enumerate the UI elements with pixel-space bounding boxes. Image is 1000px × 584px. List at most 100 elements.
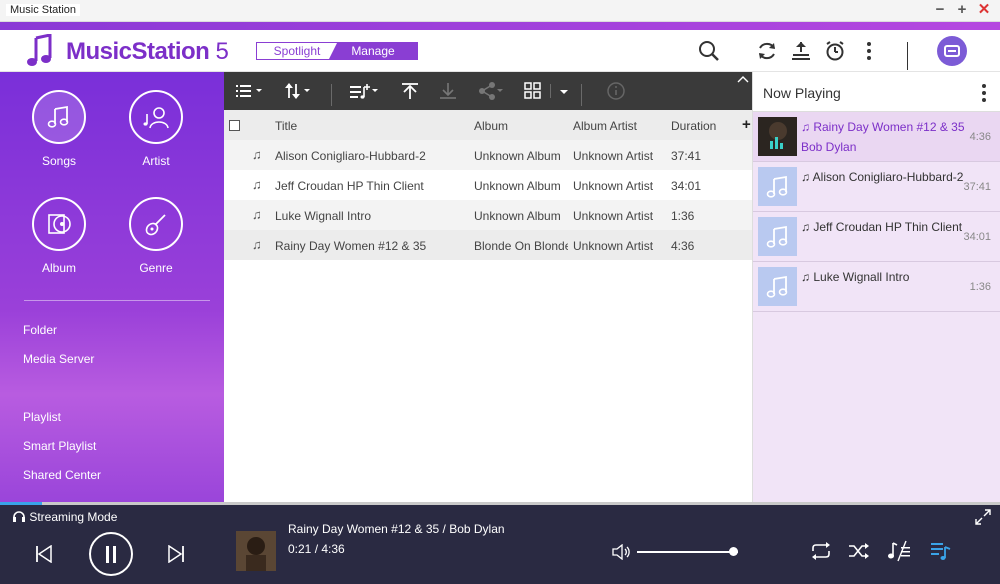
category-label: Genre [139,261,173,275]
cell-album: Unknown Album [474,209,561,223]
move-to-top-icon[interactable] [400,82,420,100]
current-track-time: 0:21 / 4:36 [288,542,345,556]
cell-album: Unknown Album [474,149,561,163]
music-note-icon [758,167,797,206]
more-vertical-icon[interactable] [981,83,987,103]
volume-slider-handle[interactable] [729,547,739,556]
cell-title: Jeff Croudan HP Thin Client [275,179,424,193]
expand-icon[interactable] [975,509,991,525]
sidebar-item-playlist[interactable]: Playlist [23,410,61,424]
sort-icon[interactable] [284,82,312,100]
volume-icon[interactable] [612,544,632,560]
collapse-toolbar-icon[interactable] [736,74,750,84]
lyrics-icon[interactable] [886,540,912,562]
info-icon [607,82,625,100]
list-view-icon[interactable] [236,82,264,100]
queue-item-duration: 34:01 [963,231,991,243]
music-note-icon: ♫ [252,237,262,252]
cell-title: Rainy Day Women #12 & 35 [275,239,427,253]
accent-line [0,22,1000,30]
column-title[interactable]: Title [275,119,297,133]
search-icon[interactable] [698,40,720,62]
add-to-playlist-icon[interactable] [350,82,380,100]
table-row[interactable]: ♫ Rainy Day Women #12 & 35 Blonde On Blo… [224,230,752,260]
category-label: Album [41,261,76,275]
music-note-icon: ♫ [252,147,262,162]
playlist-queue-icon[interactable] [930,541,952,561]
window-title: Music Station [6,4,81,16]
streaming-mode[interactable]: Streaming Mode [12,510,117,524]
cell-duration: 4:36 [671,239,695,253]
cell-album-artist: Unknown Artist [573,149,654,163]
queue-item[interactable]: ♫ Jeff Croudan HP Thin Client 34:01 [753,212,1000,262]
equalizer-icon [758,117,797,156]
table-row[interactable]: ♫ Alison Conigliaro-Hubbard-2 Unknown Al… [224,140,752,170]
shuffle-icon[interactable] [848,542,870,560]
cell-duration: 37:41 [671,149,702,163]
music-note-icon [758,217,797,256]
alarm-clock-icon[interactable] [824,40,846,62]
refresh-icon[interactable] [756,40,778,62]
column-album-artist[interactable]: Album Artist [573,119,637,133]
queue-item[interactable]: ♫ Alison Conigliaro-Hubbard-2 37:41 [753,162,1000,212]
queue-item-duration: 37:41 [963,181,991,193]
column-duration[interactable]: Duration [671,119,716,133]
select-all-checkbox[interactable] [229,120,240,131]
repeat-icon[interactable] [810,542,832,560]
previous-track-icon[interactable] [35,545,53,563]
close-icon[interactable]: ✕ [976,2,992,18]
dashboard-icon [944,45,960,57]
now-playing-title: Now Playing [763,85,841,101]
queue-item-name: ♫ Alison Conigliaro-Hubbard-2 [801,170,964,184]
next-track-icon[interactable] [167,545,185,563]
headphones-icon [13,511,25,522]
cell-title: Alison Conigliaro-Hubbard-2 [275,149,426,163]
mode-switch[interactable]: Spotlight Manage [256,42,418,60]
category-songs[interactable]: Songs [19,90,99,168]
sidebar-item-smart-playlist[interactable]: Smart Playlist [23,439,96,453]
queue-item-name: ♫ Jeff Croudan HP Thin Client [801,220,963,234]
upload-tray-icon[interactable] [790,40,812,62]
minimize-icon[interactable]: − [932,2,948,18]
header-divider [907,42,908,70]
album-cover [758,117,797,156]
sidebar-item-folder[interactable]: Folder [23,323,57,337]
music-note-icon: ♫ [252,207,262,222]
sidebar-item-shared-center[interactable]: Shared Center [23,468,101,482]
cell-album: Blonde On Blonde [474,239,568,253]
category-album[interactable]: Album [19,197,99,275]
songs-icon [32,90,86,144]
window-titlebar: Music Station − + ✕ [0,0,1000,22]
manage-mode-button[interactable]: Manage [329,43,417,59]
add-column-icon[interactable]: + [742,116,751,133]
sidebar-item-media-server[interactable]: Media Server [23,352,94,366]
download-icon [440,83,456,99]
cell-duration: 1:36 [671,209,695,223]
toolbar [224,72,752,110]
album-icon [32,197,86,251]
spotlight-mode-button[interactable]: Spotlight [257,43,337,59]
table-row[interactable]: ♫ Luke Wignall Intro Unknown Album Unkno… [224,200,752,230]
queue-item[interactable]: ♫ Rainy Day Women #12 & 35 Bob Dylan 4:3… [753,112,1000,162]
column-album[interactable]: Album [474,119,508,133]
dropdown-arrow-icon[interactable] [558,82,570,100]
cell-album: Unknown Album [474,179,561,193]
category-label: Artist [142,154,170,168]
queue-item[interactable]: ♫ Luke Wignall Intro 1:36 [753,262,1000,312]
queue-item-duration: 1:36 [969,281,991,293]
cell-duration: 34:01 [671,179,702,193]
toolbar-divider [550,84,551,98]
pause-button[interactable] [89,532,133,576]
table-row[interactable]: ♫ Jeff Croudan HP Thin Client Unknown Al… [224,170,752,200]
more-vertical-icon[interactable] [858,40,880,62]
guitar-icon [129,197,183,251]
maximize-icon[interactable]: + [954,2,970,18]
toolbar-divider [331,84,332,106]
volume-slider[interactable] [637,551,738,553]
category-genre[interactable]: Genre [116,197,196,275]
grid-select-icon[interactable] [524,82,544,100]
user-avatar[interactable] [937,36,967,66]
queue-item-name: ♫ Rainy Day Women #12 & 35 [801,120,965,134]
category-artist[interactable]: Artist [116,90,196,168]
app-logo: MusicStation 5 [66,38,229,65]
